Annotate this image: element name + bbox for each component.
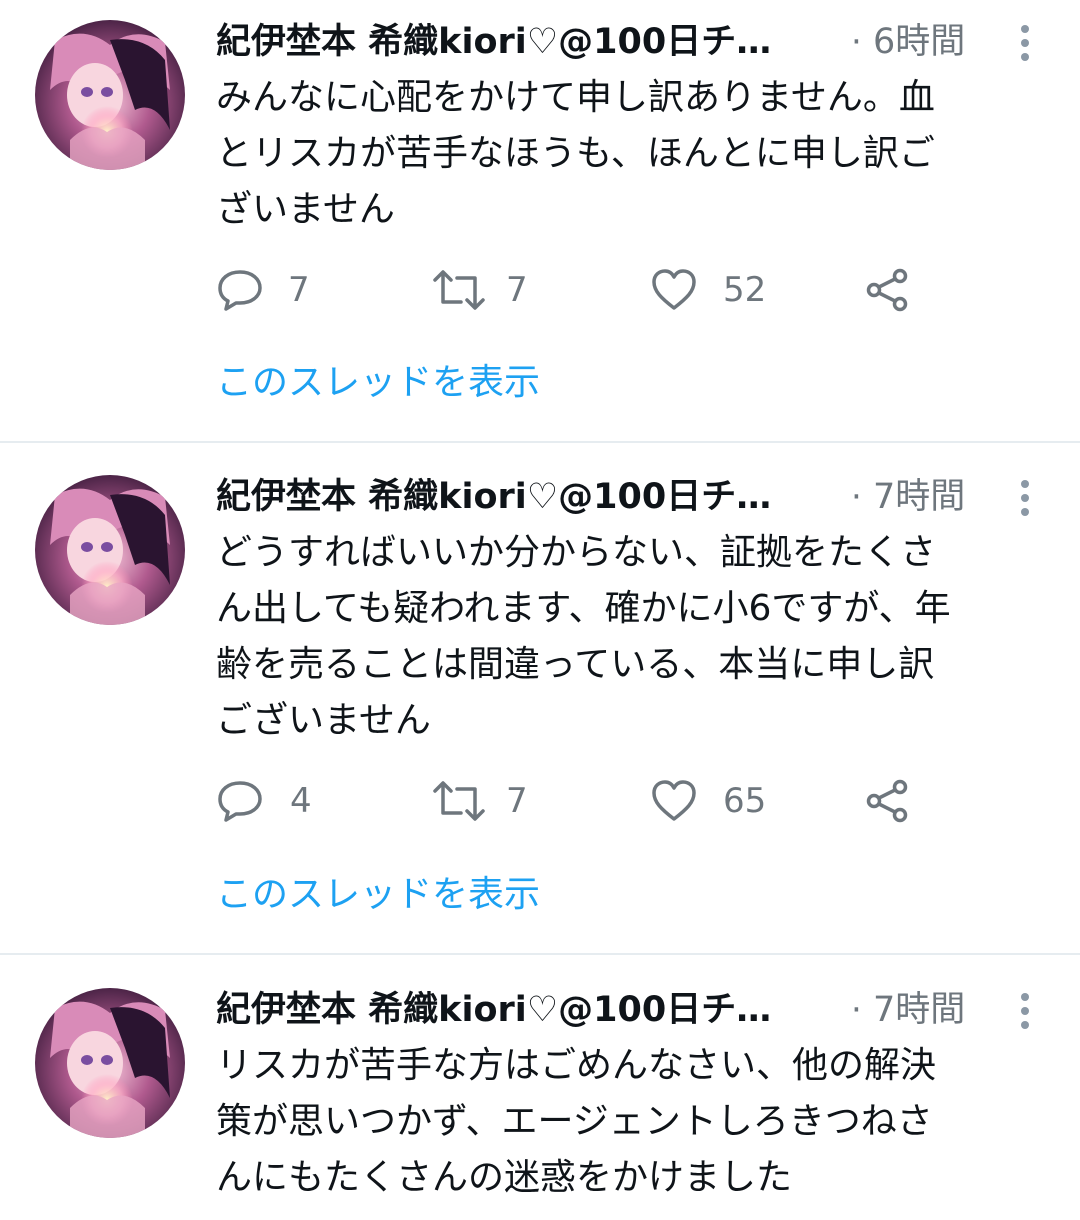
timestamp[interactable]: 7時間 — [873, 985, 965, 1035]
show-thread-link[interactable]: このスレッドを表示 — [216, 870, 540, 920]
heart-icon — [652, 780, 696, 821]
avatar[interactable] — [35, 475, 185, 625]
reply-button[interactable]: 7 — [216, 260, 336, 320]
retweet-count: 7 — [506, 270, 528, 310]
separator: · — [851, 477, 862, 517]
show-thread-link[interactable]: このスレッドを表示 — [216, 358, 540, 408]
tweet-text: みんなに心配をかけて申し訳ありません。血 とリスカが苦手なほうも、ほんとに申し訳… — [216, 77, 935, 230]
author-name[interactable]: 紀伊埜本 希織kiori♡@100日チ… — [216, 985, 836, 1035]
more-vertical-icon[interactable] — [1014, 476, 1036, 520]
author-name[interactable]: 紀伊埜本 希織kiori♡@100日チ… — [216, 17, 836, 67]
action-bar: 7 7 52 — [216, 260, 1046, 320]
tweet-text: どうすればいいか分からない、証拠をたくさ ん出しても疑われます、確かに小6ですが… — [216, 532, 951, 741]
retweet-icon — [433, 781, 485, 821]
reply-icon — [218, 270, 262, 311]
divider — [0, 953, 1080, 955]
timestamp[interactable]: 6時間 — [873, 17, 965, 67]
reply-icon — [218, 781, 262, 822]
share-icon — [866, 268, 908, 312]
tweet[interactable]: 紀伊埜本 希織kiori♡@100日チ… · 7時間 どうすればいいか分からない… — [0, 455, 1080, 952]
avatar[interactable] — [35, 988, 185, 1138]
divider — [0, 441, 1080, 443]
reply-count: 4 — [290, 781, 312, 821]
retweet-icon — [433, 270, 485, 310]
like-count: 52 — [723, 270, 767, 310]
like-button[interactable]: 52 — [651, 260, 791, 320]
heart-icon — [652, 269, 696, 310]
like-count: 65 — [723, 781, 767, 821]
more-vertical-icon[interactable] — [1014, 989, 1036, 1033]
retweet-count: 7 — [506, 781, 528, 821]
more-vertical-icon[interactable] — [1014, 21, 1036, 65]
tweet[interactable]: 紀伊埜本 希織kiori♡@100日チ… · 7時間 リスカが苦手な方はごめんな… — [0, 968, 1080, 1220]
share-button[interactable] — [864, 260, 924, 320]
separator: · — [851, 990, 862, 1030]
tweet-text: リスカが苦手な方はごめんなさい、他の解決 策が思いつかず、エージェントしろきつね… — [216, 1045, 937, 1198]
avatar[interactable] — [35, 20, 185, 170]
reply-button[interactable]: 4 — [216, 771, 336, 831]
timestamp[interactable]: 7時間 — [873, 472, 965, 522]
author-name[interactable]: 紀伊埜本 希織kiori♡@100日チ… — [216, 472, 836, 522]
retweet-button[interactable]: 7 — [431, 260, 551, 320]
tweet[interactable]: 紀伊埜本 希織kiori♡@100日チ… · 6時間 みんなに心配をかけて申し訳… — [0, 0, 1080, 442]
retweet-button[interactable]: 7 — [431, 771, 551, 831]
like-button[interactable]: 65 — [651, 771, 791, 831]
action-bar: 4 7 65 — [216, 771, 1046, 831]
separator: · — [851, 22, 862, 62]
share-icon — [866, 779, 908, 823]
reply-count: 7 — [288, 270, 310, 310]
share-button[interactable] — [864, 771, 924, 831]
